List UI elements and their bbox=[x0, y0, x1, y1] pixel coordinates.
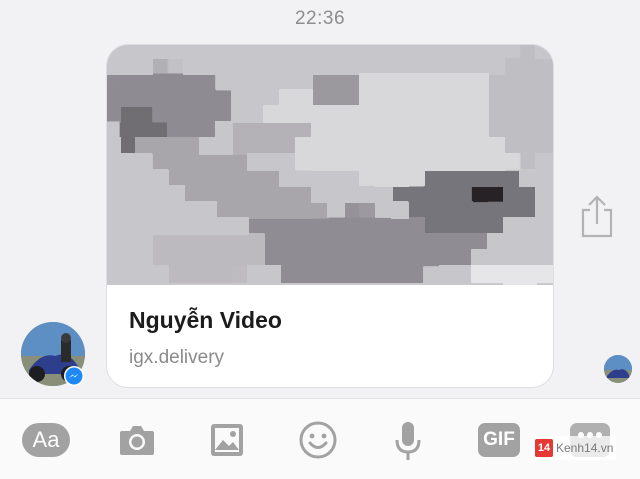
share-button[interactable] bbox=[576, 192, 618, 240]
emoji-button[interactable] bbox=[299, 421, 337, 464]
chat-timestamp: 22:36 bbox=[294, 8, 346, 29]
messenger-icon bbox=[65, 367, 83, 385]
gif-button[interactable]: GIF bbox=[478, 423, 520, 457]
text-format-button[interactable]: Aa bbox=[22, 423, 70, 457]
messenger-badge bbox=[64, 366, 84, 386]
watermark-logo: 14 bbox=[535, 439, 553, 457]
microphone-icon bbox=[395, 422, 421, 460]
camera-icon bbox=[120, 426, 154, 455]
microphone-button[interactable] bbox=[394, 421, 422, 466]
link-preview-card[interactable]: Nguyễn Video igx.delivery bbox=[106, 44, 554, 388]
seen-avatar bbox=[604, 355, 632, 383]
link-preview-title[interactable]: Nguyễn Video bbox=[129, 307, 282, 334]
seen-avatar-photo bbox=[604, 355, 632, 383]
image-icon bbox=[211, 424, 243, 456]
emoji-icon bbox=[299, 421, 337, 459]
watermark: 14 Kenh14.vn bbox=[532, 436, 617, 460]
watermark-text: Kenh14.vn bbox=[556, 441, 614, 455]
link-preview-domain: igx.delivery bbox=[129, 347, 225, 368]
share-icon bbox=[581, 195, 613, 238]
camera-button[interactable] bbox=[118, 423, 156, 462]
image-button[interactable] bbox=[210, 423, 244, 462]
link-preview-thumbnail bbox=[107, 45, 553, 285]
